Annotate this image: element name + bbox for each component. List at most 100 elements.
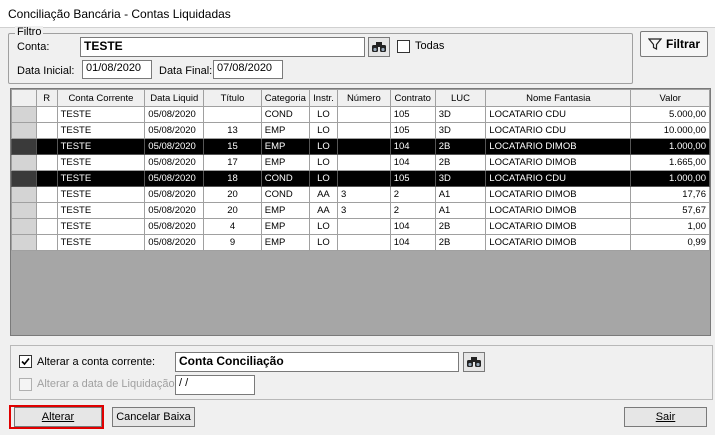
funnel-icon <box>647 38 662 50</box>
table-cell: EMP <box>260 218 310 235</box>
data-final-label: Data Final: <box>159 65 213 77</box>
table-cell: AA <box>308 186 338 203</box>
row-indicator[interactable] <box>11 234 37 251</box>
table-cell: 17,76 <box>630 186 710 203</box>
table-cell <box>35 154 58 171</box>
conta-search-button[interactable] <box>368 37 390 57</box>
contas-grid[interactable]: R Conta Corrente Data Liquid Título Categori… <box>10 88 711 336</box>
table-cell <box>336 170 391 187</box>
grid-col-header[interactable]: Valor <box>630 89 710 107</box>
table-row[interactable]: TESTE 05/08/2020 18 COND LO 105 3D LOCATARIO CD… <box>11 170 710 187</box>
grid-col-header[interactable]: Contrato <box>389 89 436 107</box>
window-title: Conciliação Bancária - Contas Liquidadas <box>8 7 231 21</box>
table-cell: TESTE <box>56 234 146 251</box>
table-cell: 1.665,00 <box>630 154 710 171</box>
data-liquidacao-field[interactable]: / / <box>175 375 255 395</box>
row-indicator[interactable] <box>11 202 37 219</box>
grid-col-header[interactable]: LUC <box>434 89 487 107</box>
table-cell <box>35 170 58 187</box>
table-row[interactable]: TESTE 05/08/2020 COND LO 105 3D LOCATARIO CDU 5… <box>11 106 710 123</box>
table-row[interactable]: TESTE 05/08/2020 13 EMP LO 105 3D LOCATARIO CDU… <box>11 122 710 139</box>
table-cell: TESTE <box>56 154 146 171</box>
table-cell: COND <box>260 106 310 123</box>
table-cell: EMP <box>260 138 310 155</box>
table-cell: 2B <box>434 234 487 251</box>
todas-label: Todas <box>415 40 445 52</box>
table-cell: LOCATARIO CDU <box>485 170 632 187</box>
filtrar-button[interactable]: Filtrar <box>640 31 708 57</box>
conta-conciliacao-search-button[interactable] <box>463 352 485 372</box>
data-inicial-field[interactable]: 01/08/2020 <box>82 60 152 79</box>
grid-col-header[interactable]: Conta Corrente <box>56 89 146 107</box>
table-cell: TESTE <box>56 106 146 123</box>
row-indicator[interactable] <box>11 122 37 139</box>
sair-button[interactable]: Sair <box>624 407 707 427</box>
grid-col-header[interactable]: Instr. <box>308 89 338 107</box>
table-cell: 2B <box>434 138 487 155</box>
alterar-data-label: Alterar a data de Liquidação: <box>37 378 178 390</box>
table-row[interactable]: TESTE 05/08/2020 20 COND AA 3 2 A1 LOCATARIO DIM… <box>11 186 710 203</box>
alterar-conta-label: Alterar a conta corrente: <box>37 356 156 368</box>
table-cell: LOCATARIO DIMOB <box>485 202 632 219</box>
grid-col-header[interactable]: Categoria <box>260 89 310 107</box>
table-cell: A1 <box>434 186 487 203</box>
table-cell <box>203 106 262 123</box>
table-cell: LO <box>308 138 338 155</box>
alterar-data-checkbox[interactable] <box>19 378 32 391</box>
table-cell: COND <box>260 186 310 203</box>
row-indicator[interactable] <box>11 154 37 171</box>
table-cell: 2 <box>389 186 436 203</box>
table-cell: LO <box>308 106 338 123</box>
cancelar-baixa-button[interactable]: Cancelar Baixa <box>112 407 195 427</box>
table-row[interactable]: TESTE 05/08/2020 4 EMP LO 104 2B LOCATARIO DIMO… <box>11 218 710 235</box>
table-cell: 1.000,00 <box>630 138 710 155</box>
table-cell: LOCATARIO DIMOB <box>485 234 632 251</box>
row-indicator[interactable] <box>11 170 37 187</box>
row-indicator[interactable] <box>11 106 37 123</box>
table-cell: 3D <box>434 170 487 187</box>
table-cell: 2B <box>434 154 487 171</box>
binoculars-icon <box>467 357 481 367</box>
binoculars-icon <box>372 42 386 52</box>
conta-conciliacao-field[interactable]: Conta Conciliação <box>175 352 459 372</box>
contas-table: R Conta Corrente Data Liquid Título Categori… <box>11 89 710 251</box>
table-cell: 18 <box>203 170 262 187</box>
data-final-field[interactable]: 07/08/2020 <box>213 60 283 79</box>
table-cell: 3D <box>434 122 487 139</box>
table-cell: 05/08/2020 <box>144 218 205 235</box>
table-cell: 1.000,00 <box>630 170 710 187</box>
conta-field[interactable]: TESTE <box>80 37 365 57</box>
table-cell <box>35 122 58 139</box>
todas-checkbox[interactable] <box>397 40 410 53</box>
table-row[interactable]: TESTE 05/08/2020 15 EMP LO 104 2B LOCATARIO DIM… <box>11 138 710 155</box>
table-cell: 05/08/2020 <box>144 186 205 203</box>
grid-col-header[interactable]: Nome Fantasia <box>485 89 632 107</box>
grid-col-header[interactable] <box>11 89 37 107</box>
table-cell: 17 <box>203 154 262 171</box>
table-row[interactable]: TESTE 05/08/2020 9 EMP LO 104 2B LOCATARIO DIMO… <box>11 234 710 251</box>
table-cell: 05/08/2020 <box>144 154 205 171</box>
table-cell <box>35 218 58 235</box>
table-cell: 10.000,00 <box>630 122 710 139</box>
row-indicator[interactable] <box>11 138 37 155</box>
conta-label: Conta: <box>17 41 50 53</box>
table-cell: 2 <box>389 202 436 219</box>
table-cell: 05/08/2020 <box>144 170 205 187</box>
table-cell: 05/08/2020 <box>144 138 205 155</box>
row-indicator[interactable] <box>11 186 37 203</box>
table-cell: LOCATARIO CDU <box>485 106 632 123</box>
alterar-highlight <box>9 405 104 429</box>
table-cell <box>35 186 58 203</box>
grid-col-header[interactable]: R <box>35 89 58 107</box>
row-indicator[interactable] <box>11 218 37 235</box>
table-cell <box>35 202 58 219</box>
alterar-conta-checkbox[interactable] <box>19 355 32 368</box>
table-row[interactable]: TESTE 05/08/2020 20 EMP AA 3 2 A1 LOCATARIO DIMO… <box>11 202 710 219</box>
table-cell <box>336 218 391 235</box>
grid-col-header[interactable]: Título <box>203 89 262 107</box>
table-row[interactable]: TESTE 05/08/2020 17 EMP LO 104 2B LOCATARIO DIM… <box>11 154 710 171</box>
grid-col-header[interactable]: Data Liquid <box>144 89 205 107</box>
table-cell: 05/08/2020 <box>144 234 205 251</box>
grid-col-header[interactable]: Número <box>336 89 391 107</box>
table-cell: EMP <box>260 122 310 139</box>
